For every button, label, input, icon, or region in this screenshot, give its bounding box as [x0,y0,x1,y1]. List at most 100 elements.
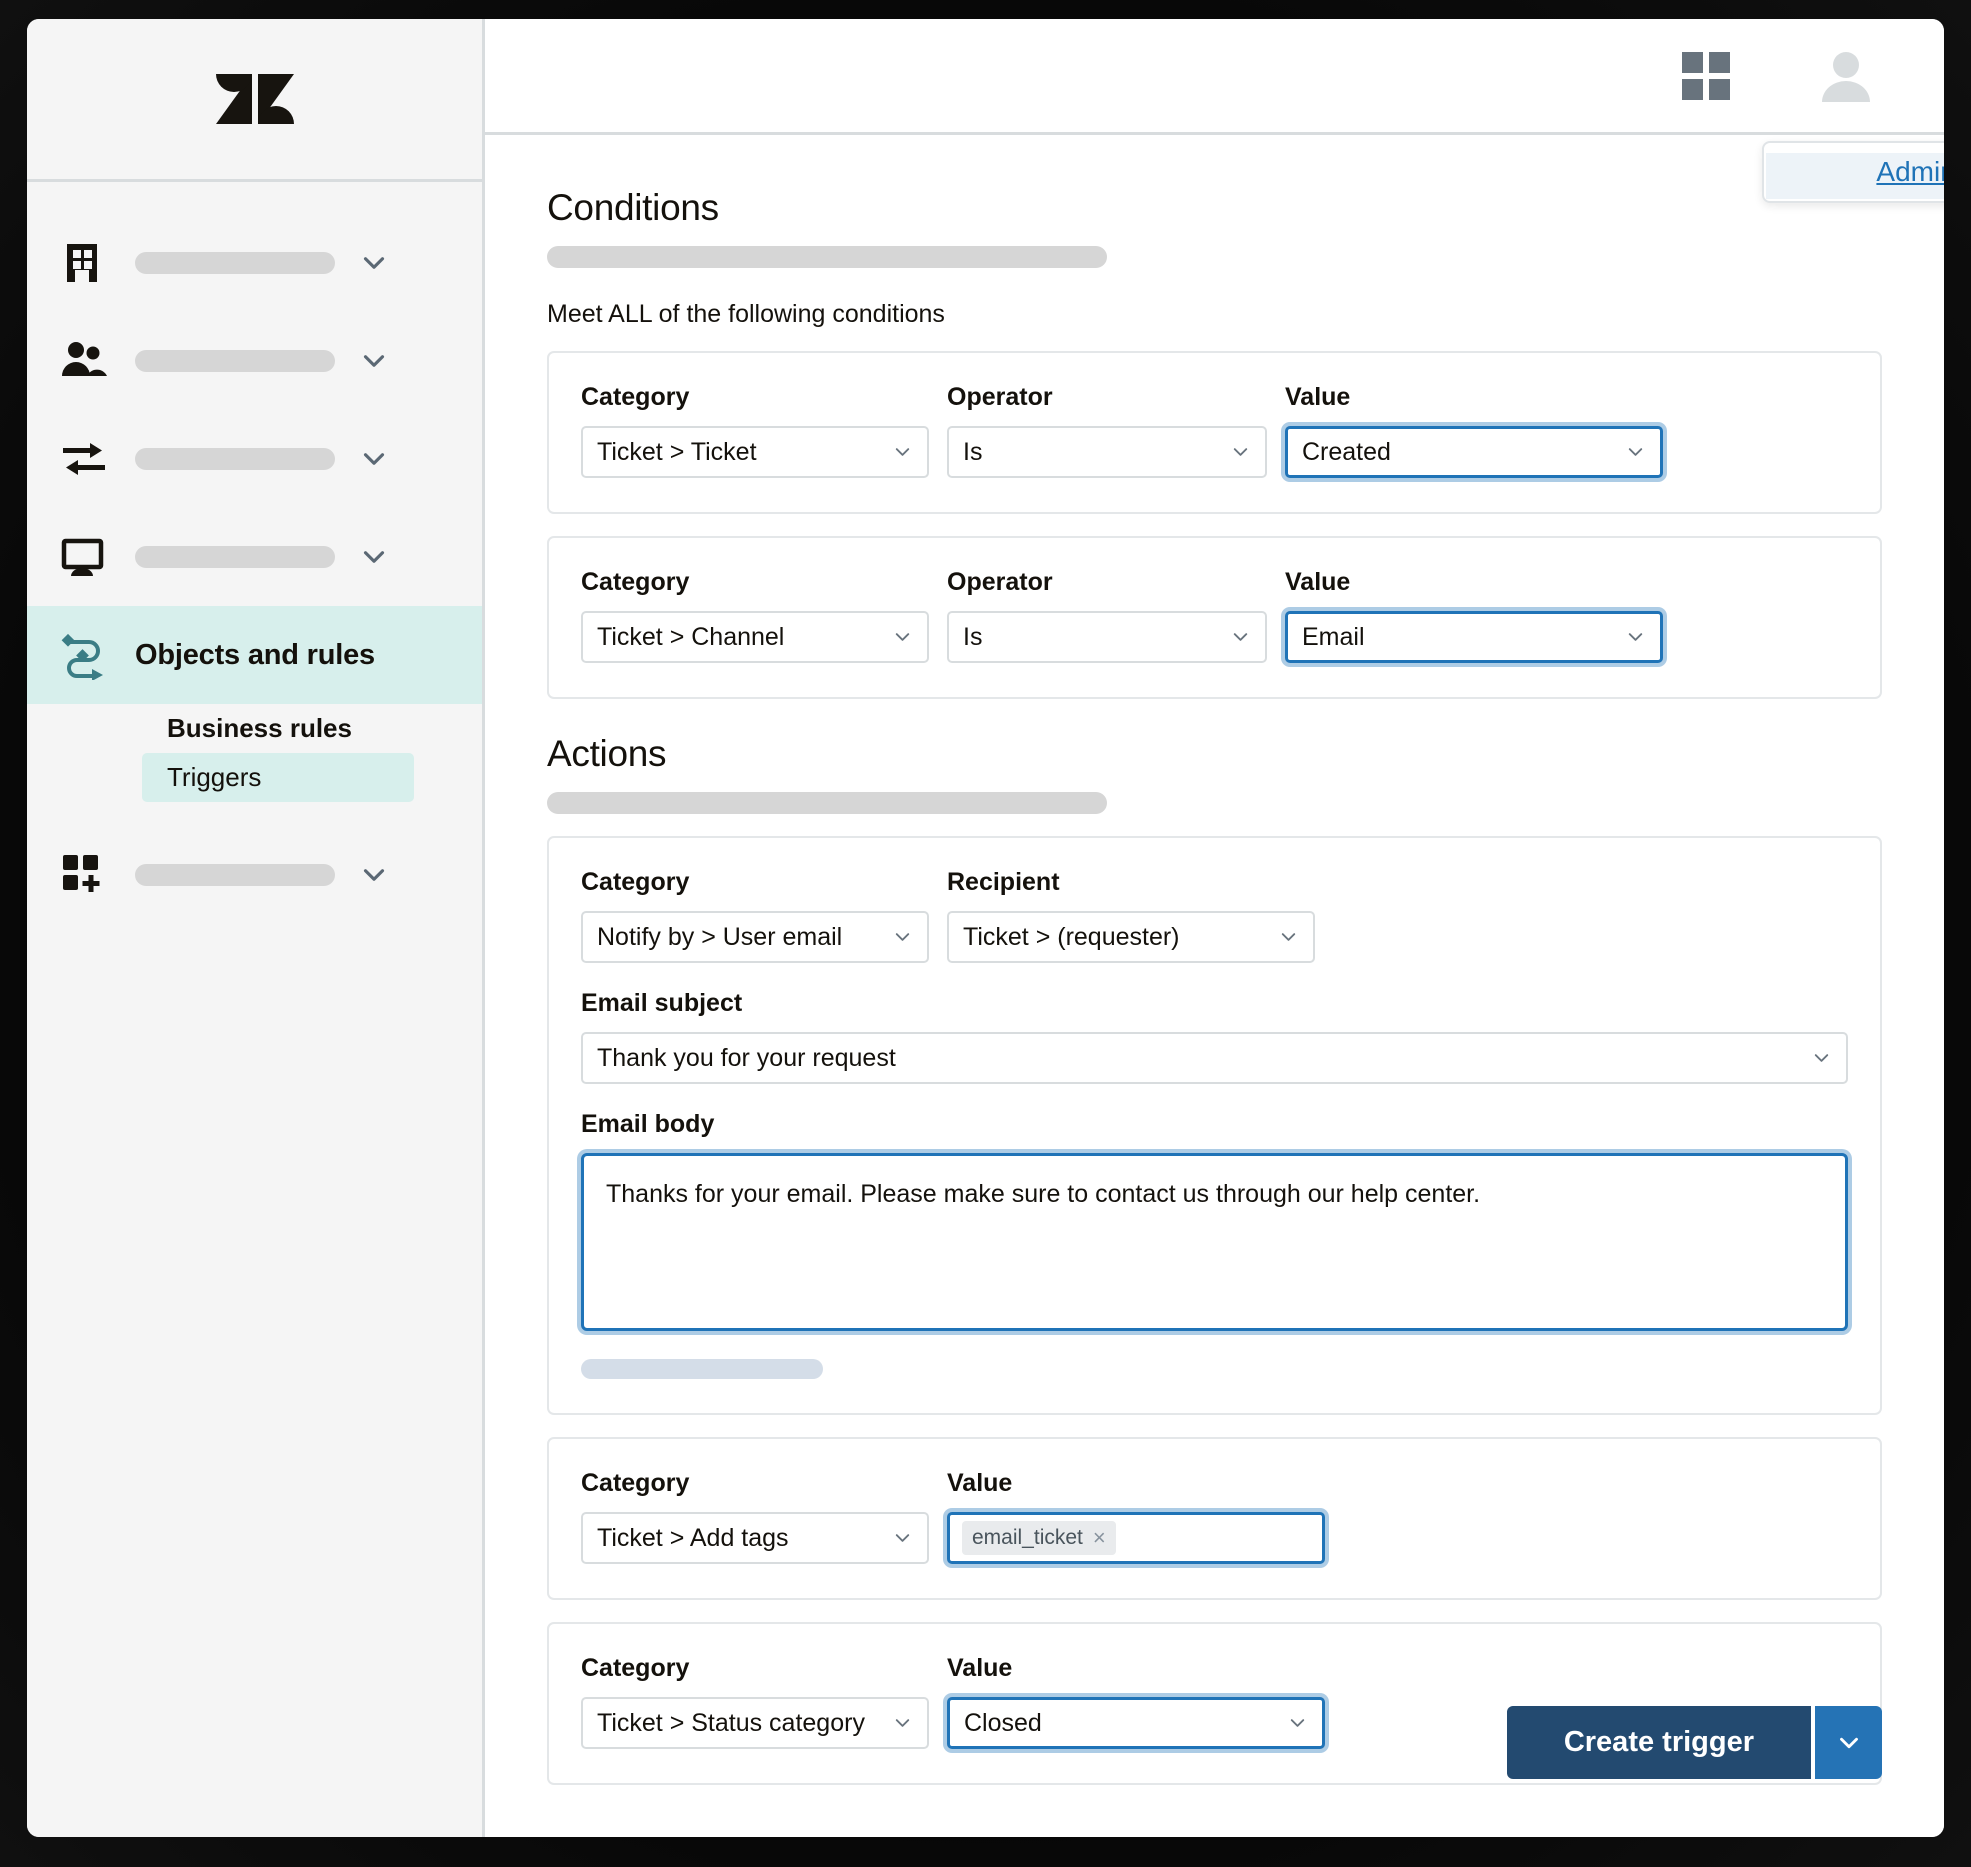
sidebar-item-0-placeholder [135,252,335,274]
conditions-heading: Conditions [547,187,719,228]
main-area: Admin Center Conditions Meet ALL of the … [485,19,1944,1837]
email-subject-select[interactable]: Thank you for your request [581,1032,1848,1084]
sidebar-item-2-placeholder [135,448,335,470]
field-label-operator: Operator [947,568,1053,596]
status-category-value: Ticket > Status category [597,1708,865,1737]
notify-category-value: Notify by > User email [597,922,843,951]
sidebar-item-5[interactable] [27,826,482,924]
condition-1-value: Created [1302,437,1391,466]
condition-2-operator-select[interactable]: Is [947,611,1267,663]
condition-1-operator-field: Operator Is [947,383,1267,478]
sidebar-item-1[interactable] [27,312,482,410]
chevron-down-icon [1229,441,1252,464]
sidebar-nav: Objects and rules Business rules Trigger… [27,182,482,924]
sidebar-item-3[interactable] [27,508,482,606]
email-subject-field: Email subject Thank you for your request [581,989,1848,1084]
chevron-down-icon [1839,1737,1858,1748]
condition-card-2: Category Ticket > Channel Operator Is Va… [547,536,1882,699]
conditions-subtitle-placeholder [547,246,1107,268]
sidebar-item-0[interactable] [27,214,482,312]
chevron-down-icon[interactable] [357,540,391,574]
chevron-down-icon[interactable] [357,246,391,280]
condition-fields-2: Category Ticket > Channel Operator Is Va… [581,568,1848,663]
notify-recipient-value: Ticket > (requester) [963,922,1180,951]
tag-chip-label: email_ticket [972,1526,1083,1549]
app-window: Objects and rules Business rules Trigger… [27,19,1944,1837]
field-label-value: Value [947,1469,1013,1497]
zendesk-logo[interactable] [212,56,298,142]
sidebar-subitem-triggers[interactable]: Triggers [142,753,414,802]
chevron-down-icon [1624,626,1647,649]
notify-category-select[interactable]: Notify by > User email [581,911,929,963]
arrows-transfer-icon [55,430,113,488]
status-category-select[interactable]: Ticket > Status category [581,1697,929,1749]
sidebar-item-objects-and-rules-label: Objects and rules [135,638,375,671]
condition-2-category-value: Ticket > Channel [597,622,785,651]
notify-recipient-field: Recipient Ticket > (requester) [947,868,1315,963]
sidebar-sublist: Business rules Triggers [27,704,482,802]
chevron-down-icon [891,1712,914,1735]
field-label-value: Value [947,1654,1013,1682]
sidebar-item-5-placeholder [135,864,335,886]
create-trigger-dropdown-button[interactable] [1815,1706,1882,1779]
condition-2-operator-value: Is [963,622,983,651]
status-category-field: Category Ticket > Status category [581,1654,929,1749]
field-label-category: Category [581,568,690,596]
chevron-down-icon [1277,926,1300,949]
sidebar-item-1-placeholder [135,350,335,372]
apps-add-icon [55,846,113,904]
close-icon[interactable]: × [1093,1527,1106,1549]
condition-1-operator-value: Is [963,437,983,466]
field-label-category: Category [581,868,690,896]
status-value: Closed [964,1708,1042,1737]
email-body-footer-placeholder [581,1359,823,1379]
admin-center-link[interactable]: Admin Center [1876,156,1944,188]
condition-1-category-select[interactable]: Ticket > Ticket [581,426,929,478]
field-label-category: Category [581,383,690,411]
email-subject-value: Thank you for your request [597,1043,896,1072]
condition-1-category-value: Ticket > Ticket [597,437,757,466]
add-tags-category-field: Category Ticket > Add tags [581,1469,929,1564]
email-body-field: Email body Thanks for your email. Please… [581,1110,1848,1379]
add-tags-fields: Category Ticket > Add tags Value email_t… [581,1469,1848,1564]
action-card-add-tags: Category Ticket > Add tags Value email_t… [547,1437,1882,1600]
screenshot-frame: Objects and rules Business rules Trigger… [0,0,1971,1867]
chevron-down-icon [891,626,914,649]
footer-actions: Create trigger [1506,1706,1882,1779]
add-tags-category-select[interactable]: Ticket > Add tags [581,1512,929,1564]
user-avatar-icon[interactable] [1818,48,1874,104]
tag-chip[interactable]: email_ticket × [962,1521,1116,1555]
field-label-recipient: Recipient [947,868,1060,896]
condition-card-1: Category Ticket > Ticket Operator Is Val… [547,351,1882,514]
grid-apps-icon[interactable] [1680,50,1732,102]
actions-subtitle-placeholder [547,792,1107,814]
notify-fields: Category Notify by > User email Recipien… [581,868,1848,963]
condition-1-operator-select[interactable]: Is [947,426,1267,478]
chevron-down-icon [1286,1712,1309,1735]
create-trigger-button[interactable]: Create trigger [1506,1706,1811,1779]
objects-rules-icon [55,626,113,684]
chevron-down-icon [891,441,914,464]
chevron-down-icon[interactable] [357,858,391,892]
add-tags-input[interactable]: email_ticket × [947,1512,1325,1564]
chevron-down-icon[interactable] [357,442,391,476]
sidebar-item-3-placeholder [135,546,335,568]
sidebar-item-objects-and-rules[interactable]: Objects and rules [27,606,482,704]
sidebar-subitem-business-rules[interactable]: Business rules [142,704,414,753]
condition-2-value: Email [1302,622,1365,651]
condition-2-category-select[interactable]: Ticket > Channel [581,611,929,663]
logo-area [27,19,482,182]
chevron-down-icon [891,1527,914,1550]
email-body-textarea[interactable]: Thanks for your email. Please make sure … [581,1153,1848,1331]
sidebar-item-2[interactable] [27,410,482,508]
status-value-select[interactable]: Closed [947,1697,1325,1749]
field-label-value: Value [1285,383,1351,411]
chevron-down-icon[interactable] [357,344,391,378]
meet-all-label: Meet ALL of the following conditions [547,300,945,328]
chevron-down-icon [1624,441,1647,464]
condition-2-value-select[interactable]: Email [1285,611,1663,663]
add-tags-category-value: Ticket > Add tags [597,1523,789,1552]
condition-1-value-select[interactable]: Created [1285,426,1663,478]
actions-heading: Actions [547,733,667,774]
notify-recipient-select[interactable]: Ticket > (requester) [947,911,1315,963]
